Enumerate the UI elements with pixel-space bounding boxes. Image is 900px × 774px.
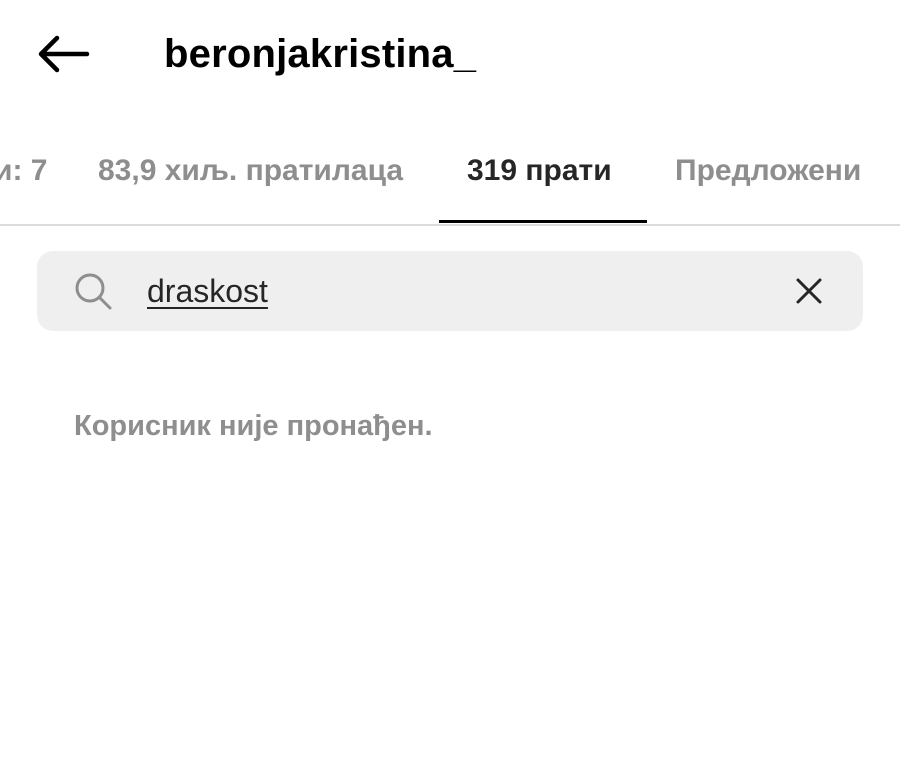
search-input[interactable] (147, 261, 767, 321)
close-icon[interactable] (791, 273, 827, 309)
tab-partial-left[interactable]: и: 7 (0, 130, 47, 222)
tab-followers[interactable]: 83,9 хиљ. пратилаца (98, 130, 403, 222)
active-tab-indicator (439, 220, 647, 223)
search-bar[interactable] (37, 251, 863, 331)
page-title: beronjakristina_ (164, 32, 477, 76)
back-button[interactable] (30, 28, 96, 80)
top-bar: beronjakristina_ (0, 0, 900, 110)
search-icon (75, 273, 112, 310)
no-results-message: Корисник није пронађен. (74, 410, 433, 442)
follow-tabs: и: 7 83,9 хиљ. пратилаца 319 прати Предл… (0, 130, 900, 226)
arrow-left-icon (38, 35, 90, 73)
tab-suggested[interactable]: Предложени (675, 130, 861, 222)
tab-following[interactable]: 319 прати (467, 130, 612, 222)
